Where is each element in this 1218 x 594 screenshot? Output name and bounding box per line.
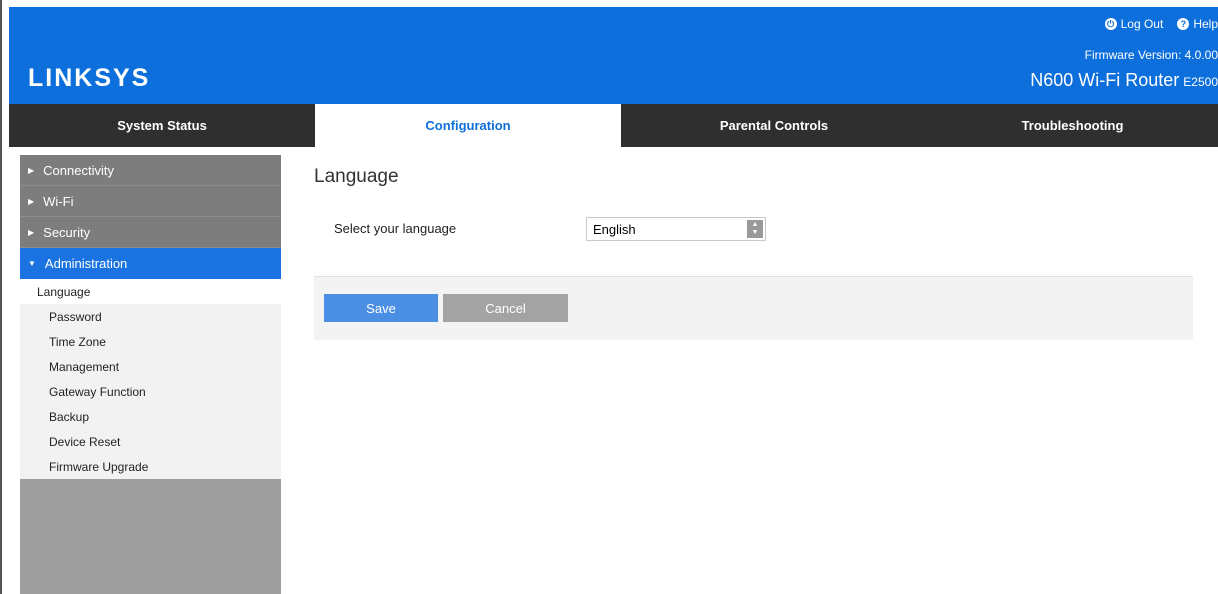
- sidebar-item-firmware-upgrade[interactable]: Firmware Upgrade: [20, 454, 281, 479]
- logout-label: Log Out: [1120, 17, 1164, 31]
- sidebar-section-label: Connectivity: [43, 162, 114, 178]
- action-bar: Save Cancel: [314, 276, 1193, 340]
- sidebar-section-connectivity[interactable]: ▶ Connectivity: [20, 155, 281, 186]
- page-title: Language: [314, 166, 399, 187]
- help-icon: ?: [1177, 18, 1190, 30]
- sidebar-item-language[interactable]: Language: [20, 279, 281, 304]
- tab-parental-controls[interactable]: Parental Controls: [621, 104, 927, 147]
- administration-subnav: Language Password Time Zone Management G…: [20, 279, 281, 479]
- sidebar-item-time-zone[interactable]: Time Zone: [20, 329, 281, 354]
- firmware-version: Firmware Version: 4.0.00: [1084, 48, 1218, 62]
- tab-system-status[interactable]: System Status: [9, 104, 315, 147]
- sidebar-section-label: Administration: [44, 256, 128, 271]
- chevron-right-icon: ▶: [28, 196, 35, 206]
- sidebar-section-label: Wi-Fi: [43, 193, 74, 209]
- model-code: E2500: [1183, 75, 1218, 89]
- sidebar-section-wifi[interactable]: ▶ Wi-Fi: [20, 186, 281, 217]
- sidebar-item-management[interactable]: Management: [20, 354, 281, 379]
- model-name: N600 Wi-Fi Router: [1030, 70, 1180, 90]
- router-model: N600 Wi-Fi Router E2500: [1030, 70, 1218, 91]
- chevron-down-icon: ▼: [28, 259, 36, 268]
- language-select[interactable]: English ▲ ▼: [586, 217, 766, 241]
- sidebar-section-label: Security: [43, 224, 91, 240]
- logout-link[interactable]: ⏻ Log Out: [1104, 17, 1164, 31]
- app-frame: LINKSYS ⏻ Log Out ? Help Firmware Versio…: [0, 0, 1218, 594]
- help-link[interactable]: ? Help: [1177, 17, 1218, 31]
- language-select-value: English: [593, 221, 636, 237]
- language-label: Select your language: [334, 221, 457, 236]
- save-button[interactable]: Save: [324, 294, 438, 322]
- top-links: ⏻ Log Out ? Help: [1104, 17, 1218, 31]
- sidebar-item-backup[interactable]: Backup: [20, 404, 281, 429]
- sidebar-section-security[interactable]: ▶ Security: [20, 217, 281, 248]
- cancel-button[interactable]: Cancel: [443, 294, 568, 322]
- tab-configuration[interactable]: Configuration: [315, 104, 621, 147]
- sidebar-section-administration[interactable]: ▼ Administration: [20, 248, 281, 279]
- help-label: Help: [1193, 17, 1218, 31]
- sidebar-item-gateway-function[interactable]: Gateway Function: [20, 379, 281, 404]
- up-down-arrows-icon: ▲ ▼: [747, 220, 763, 238]
- main-tabs: System Status Configuration Parental Con…: [9, 104, 1218, 147]
- header-bar: LINKSYS ⏻ Log Out ? Help Firmware Versio…: [9, 7, 1218, 104]
- chevron-right-icon: ▶: [28, 227, 35, 237]
- chevron-right-icon: ▶: [28, 165, 35, 175]
- sidebar-item-device-reset[interactable]: Device Reset: [20, 429, 281, 454]
- tab-troubleshooting[interactable]: Troubleshooting: [927, 104, 1218, 147]
- logout-icon: ⏻: [1104, 18, 1117, 30]
- linksys-logo: LINKSYS: [28, 64, 151, 92]
- sidebar: ▶ Connectivity ▶ Wi-Fi ▶ Security ▼ Admi…: [20, 155, 281, 594]
- sidebar-item-password[interactable]: Password: [20, 304, 281, 329]
